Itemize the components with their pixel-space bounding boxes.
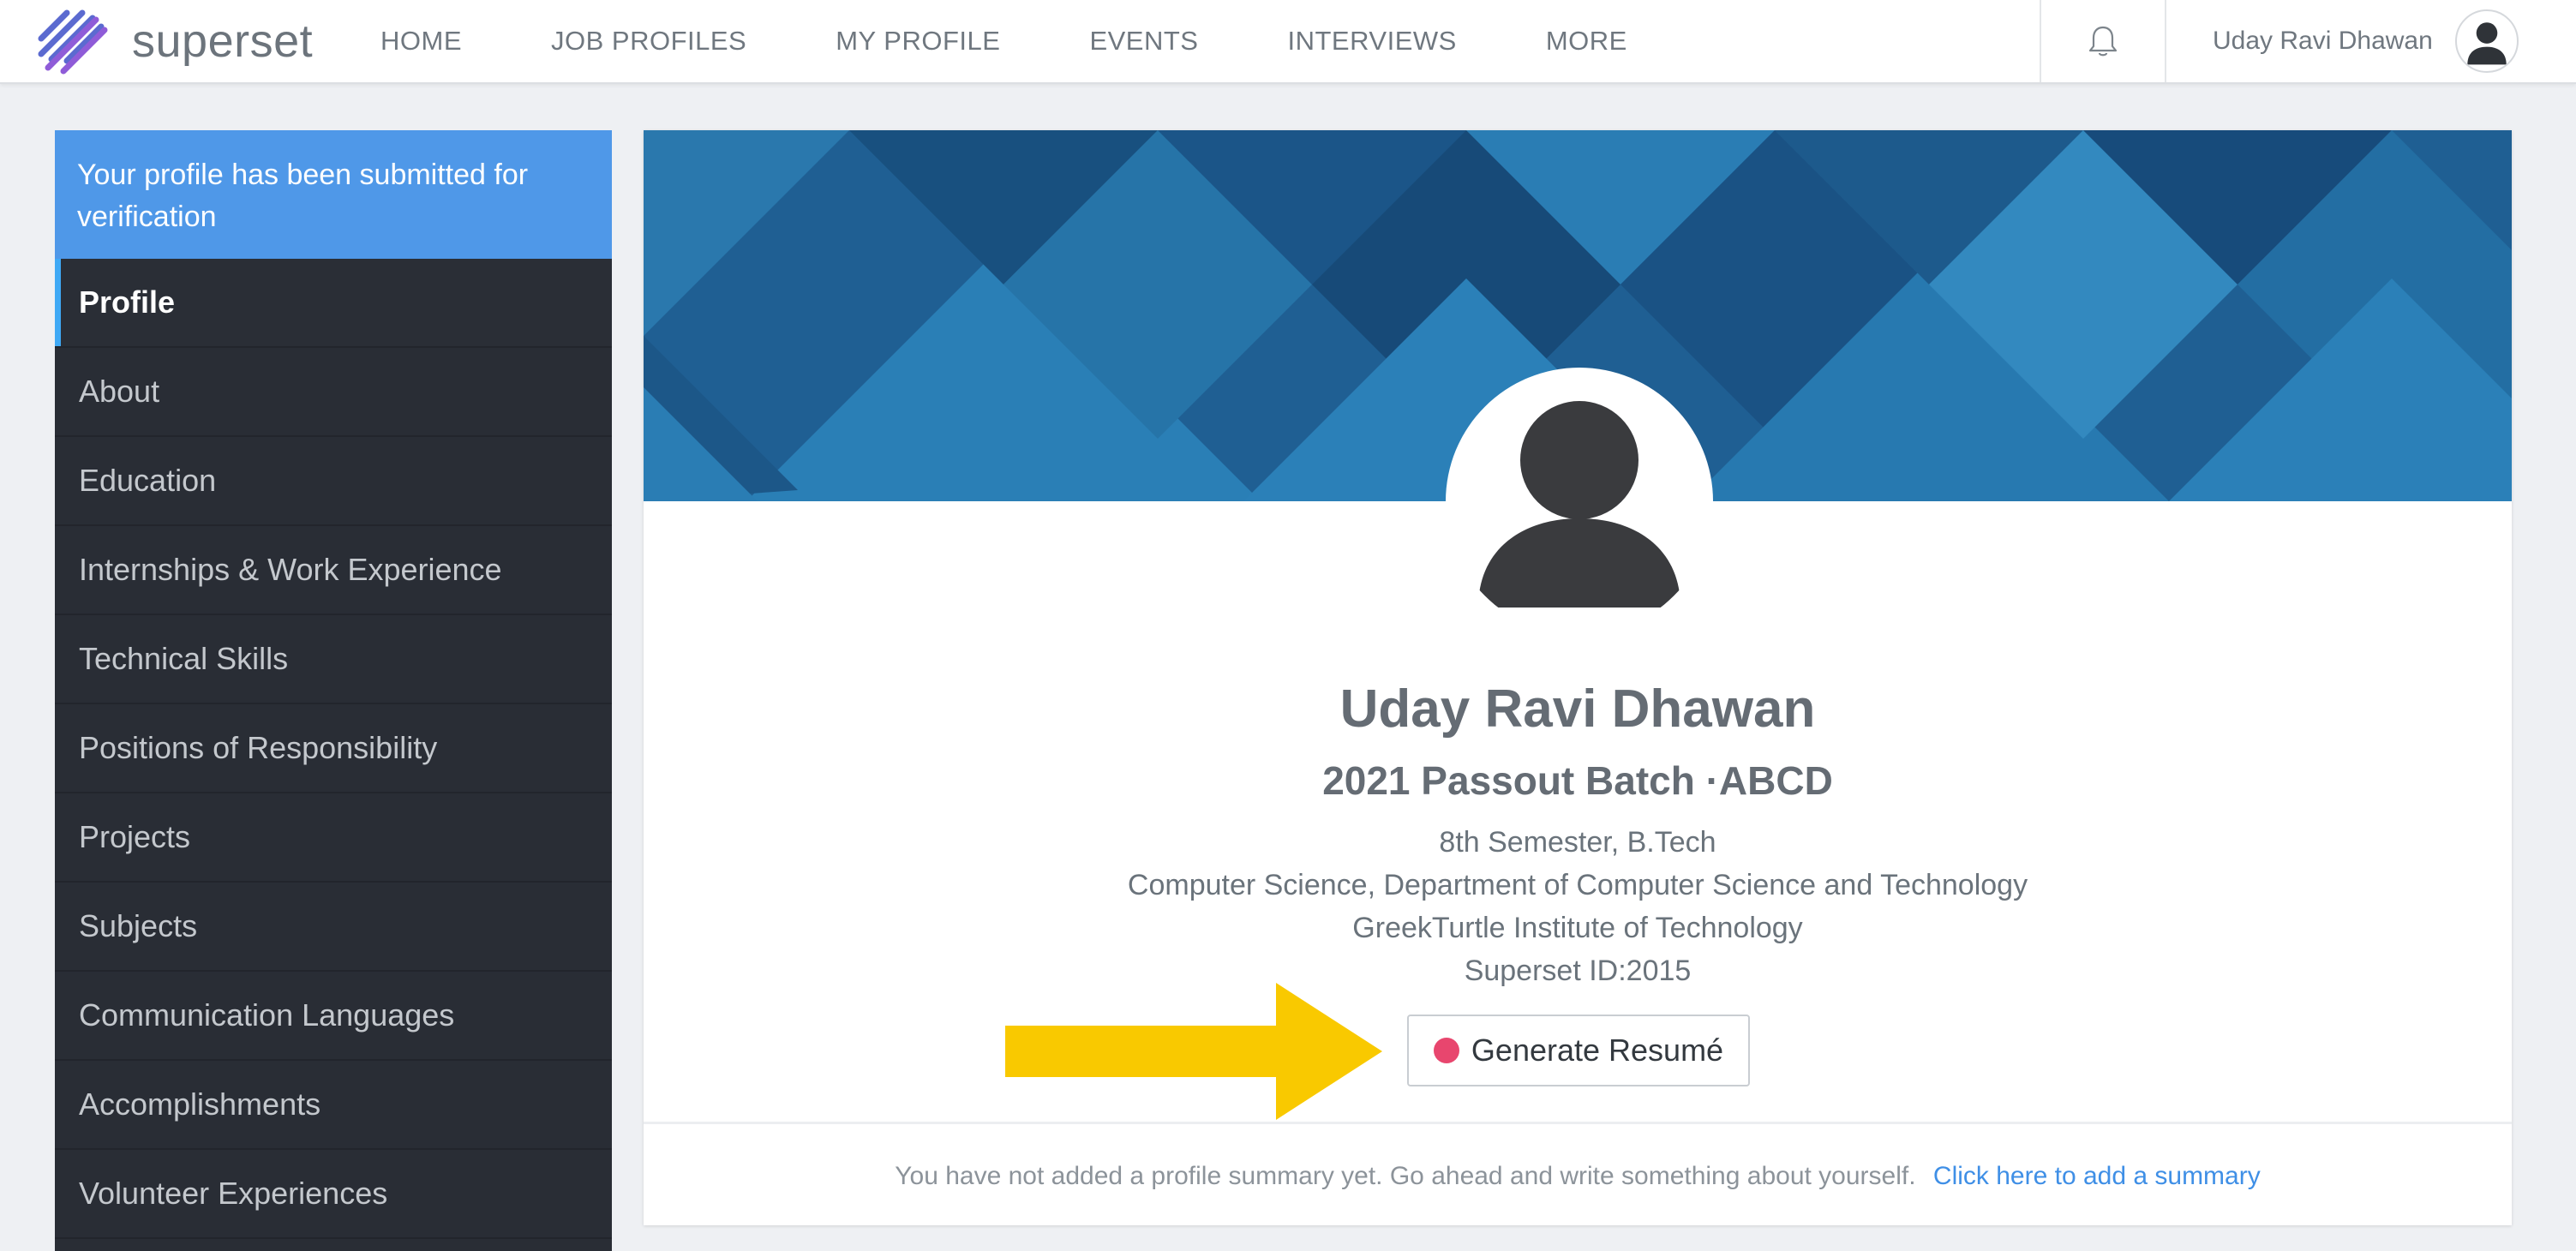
nav-item-more[interactable]: MORE [1546, 26, 1627, 57]
nav-item-home[interactable]: HOME [380, 26, 462, 57]
profile-sidebar: Your profile has been submitted for veri… [55, 130, 612, 1251]
summary-empty-text: You have not added a profile summary yet… [895, 1162, 1916, 1190]
nav-item-my-profile[interactable]: MY PROFILE [836, 26, 1000, 57]
superset-logo-icon [38, 9, 108, 75]
sidebar-item-education[interactable]: Education [55, 437, 612, 526]
top-nav-bar: superset HOME JOB PROFILES MY PROFILE EV… [0, 0, 2576, 84]
sidebar-item-subjects[interactable]: Subjects [55, 883, 612, 972]
avatar[interactable] [2454, 9, 2519, 73]
profile-avatar [1446, 368, 1713, 635]
nav-item-interviews[interactable]: INTERVIEWS [1287, 26, 1456, 57]
verification-banner: Your profile has been submitted for veri… [55, 130, 612, 259]
user-menu[interactable]: Uday Ravi Dhawan [2213, 0, 2519, 82]
nav-item-job-profiles[interactable]: JOB PROFILES [551, 26, 746, 57]
card-divider [644, 1122, 2512, 1124]
profile-summary-row: You have not added a profile summary yet… [644, 1162, 2512, 1191]
sidebar-item-positions[interactable]: Positions of Responsibility [55, 704, 612, 793]
sidebar-item-volunteer-experiences[interactable]: Volunteer Experiences [55, 1150, 612, 1239]
profile-superset-id: Superset ID:2015 [1464, 955, 1692, 987]
add-summary-link[interactable]: Click here to add a summary [1933, 1162, 2261, 1190]
sidebar-item-internships[interactable]: Internships & Work Experience [55, 526, 612, 615]
sidebar-item-technical-skills[interactable]: Technical Skills [55, 615, 612, 704]
profile-batch: 2021 Passout Batch ·ABCD [1322, 758, 1833, 803]
arrow-pointer-icon [1005, 983, 1382, 1120]
profile-department: Computer Science, Department of Computer… [1127, 869, 2028, 901]
user-avatar-icon [1478, 396, 1680, 608]
sidebar-item-profile[interactable]: Profile [55, 259, 612, 348]
sidebar-item-communication-languages[interactable]: Communication Languages [55, 972, 612, 1061]
generate-resume-label: Generate Resumé [1471, 1033, 1724, 1068]
sidebar-item-projects[interactable]: Projects [55, 793, 612, 883]
profile-card: Uday Ravi Dhawan 2021 Passout Batch ·ABC… [644, 130, 2512, 1225]
brand-logo[interactable]: superset [33, 0, 313, 82]
nav-item-events[interactable]: EVENTS [1089, 26, 1198, 57]
status-dot-icon [1433, 1038, 1459, 1063]
generate-resume-button[interactable]: Generate Resumé [1407, 1015, 1750, 1086]
profile-institute: GreekTurtle Institute of Technology [1352, 912, 1803, 944]
profile-name: Uday Ravi Dhawan [1339, 679, 1816, 739]
main-nav: HOME JOB PROFILES MY PROFILE EVENTS INTE… [380, 0, 1716, 82]
bell-icon [2088, 26, 2118, 57]
sidebar-item-accomplishments[interactable]: Accomplishments [55, 1061, 612, 1150]
profile-semester: 8th Semester, B.Tech [1439, 826, 1716, 859]
user-name: Uday Ravi Dhawan [2213, 27, 2433, 55]
user-avatar-icon [2467, 22, 2507, 65]
notifications-button[interactable] [2040, 0, 2166, 82]
sidebar-item-about[interactable]: About [55, 348, 612, 437]
brand-name: superset [132, 15, 314, 67]
